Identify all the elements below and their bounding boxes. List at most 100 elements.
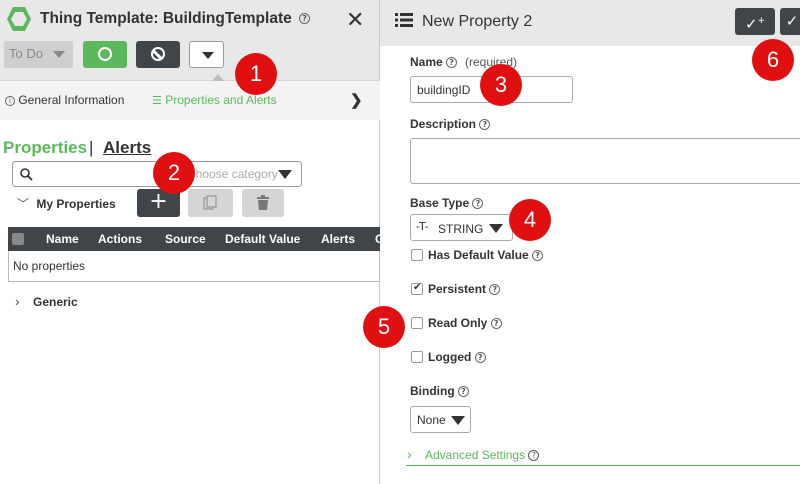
tabs-next-chevron-icon[interactable]: ❯ <box>350 91 363 109</box>
chevron-down-icon: ﹀ <box>17 197 30 211</box>
column-header-actions[interactable]: Actions <box>98 232 142 246</box>
save-new-icon: ✓+ <box>744 15 766 33</box>
chevron-right-icon[interactable]: › <box>407 446 412 462</box>
help-icon[interactable]: ? <box>472 198 484 210</box>
list-icon: ☰ <box>152 94 162 107</box>
column-header-c[interactable]: C <box>375 232 384 246</box>
callout-4: 4 <box>509 199 551 241</box>
callout-6: 6 <box>752 39 794 81</box>
callout-3: 3 <box>480 64 522 106</box>
column-header-source[interactable]: Source <box>165 232 206 246</box>
binding-label: Binding ? <box>410 384 469 398</box>
select-all-checkbox[interactable] <box>12 233 24 245</box>
description-label: Description ? <box>410 117 491 131</box>
callout-1: 1 <box>235 53 277 95</box>
tab-general-information[interactable]: i General Information <box>5 93 124 107</box>
chevron-down-icon <box>489 224 503 233</box>
properties-table-header: Name Actions Source Default Value Alerts… <box>8 227 384 251</box>
hamburger-icon <box>395 13 413 27</box>
close-icon[interactable]: ✕ <box>346 9 364 31</box>
help-icon[interactable]: ? <box>458 386 469 398</box>
active-tab-indicator <box>212 74 224 81</box>
delete-icon <box>257 195 269 210</box>
page-title-text: Thing Template: BuildingTemplate <box>40 10 292 27</box>
copy-icon <box>203 195 217 210</box>
column-header-default-value[interactable]: Default Value <box>225 232 300 246</box>
name-label: Name ? <box>410 55 458 69</box>
description-textarea[interactable] <box>410 138 800 184</box>
stop-icon <box>151 47 165 61</box>
help-icon[interactable]: ? <box>299 13 311 25</box>
read-only-label: Read Only ? <box>428 316 502 330</box>
more-actions-button[interactable] <box>189 41 224 68</box>
start-button[interactable] <box>83 41 127 68</box>
help-icon[interactable]: ? <box>479 119 491 131</box>
column-header-alerts[interactable]: Alerts <box>321 232 355 246</box>
tab-properties-label: Properties and Alerts <box>165 93 277 107</box>
logged-text: Logged <box>428 350 472 364</box>
binding-value: None <box>417 413 446 427</box>
properties-link[interactable]: Properties <box>3 138 87 158</box>
info-icon: i <box>5 95 15 106</box>
chevron-down-icon <box>278 170 292 179</box>
help-icon[interactable]: ? <box>490 318 502 330</box>
add-icon: + <box>149 189 168 214</box>
base-type-value: STRING <box>438 222 484 236</box>
links-separator: | <box>89 138 94 157</box>
callout-5: 5 <box>363 306 405 348</box>
chevron-down-icon <box>451 416 465 425</box>
read-only-checkbox[interactable] <box>411 317 423 329</box>
has-default-value-label: Has Default Value ? <box>428 248 544 262</box>
save-and-new-button[interactable]: ✓+ <box>735 8 775 35</box>
alerts-link[interactable]: Alerts <box>103 138 151 158</box>
state-dropdown-value: To Do <box>9 46 43 61</box>
logged-checkbox[interactable] <box>411 351 423 363</box>
advanced-settings-text: Advanced Settings <box>425 448 526 462</box>
chevron-right-icon[interactable]: › <box>15 293 20 309</box>
help-icon[interactable]: ? <box>446 57 458 69</box>
help-icon[interactable]: ? <box>528 450 540 462</box>
properties-table-body: No properties <box>8 251 380 282</box>
column-header-name[interactable]: Name <box>46 232 79 246</box>
save-button[interactable]: ✓ <box>780 8 800 35</box>
persistent-label: Persistent ? <box>428 282 501 296</box>
my-properties-group[interactable]: ﹀ My Properties <box>17 195 116 212</box>
base-type-dropdown[interactable]: -T- STRING <box>410 214 513 241</box>
tab-properties-and-alerts[interactable]: ☰ Properties and Alerts <box>152 93 277 107</box>
help-icon[interactable]: ? <box>532 250 544 262</box>
generic-group[interactable]: Generic <box>33 295 78 309</box>
help-icon[interactable]: ? <box>489 284 501 296</box>
has-default-value-text: Has Default Value <box>428 248 529 262</box>
has-default-value-checkbox[interactable] <box>411 249 423 261</box>
start-icon <box>98 47 112 61</box>
my-properties-label: My Properties <box>36 197 116 211</box>
name-label-text: Name <box>410 55 443 69</box>
description-label-text: Description <box>410 117 477 131</box>
page-title: Thing Template: BuildingTemplate ? <box>40 10 311 28</box>
string-type-icon: -T- <box>416 220 429 233</box>
read-only-text: Read Only <box>428 316 488 330</box>
delete-property-button[interactable] <box>242 189 284 217</box>
property-editor-title: New Property 2 <box>422 13 533 30</box>
chevron-down-icon <box>202 52 214 59</box>
tab-general-label: General Information <box>18 93 125 107</box>
advanced-settings-divider <box>406 465 800 466</box>
persistent-checkbox[interactable] <box>411 282 423 295</box>
category-select[interactable]: Choose category <box>184 161 302 187</box>
state-dropdown[interactable]: To Do <box>4 41 73 68</box>
stop-button[interactable] <box>136 41 180 68</box>
duplicate-property-button[interactable] <box>188 189 233 217</box>
thing-template-hex-icon <box>7 7 31 31</box>
advanced-settings-toggle[interactable]: Advanced Settings ? <box>425 448 540 462</box>
binding-label-text: Binding <box>410 384 455 398</box>
search-icon <box>20 168 33 181</box>
base-type-label-text: Base Type <box>410 196 470 210</box>
logged-label: Logged ? <box>428 350 486 364</box>
callout-2: 2 <box>153 152 195 194</box>
chevron-down-icon <box>53 51 65 58</box>
binding-dropdown[interactable]: None <box>410 406 471 433</box>
save-icon: ✓ <box>785 12 799 30</box>
table-empty-text: No properties <box>13 259 86 273</box>
persistent-text: Persistent <box>428 282 487 296</box>
help-icon[interactable]: ? <box>474 352 486 364</box>
